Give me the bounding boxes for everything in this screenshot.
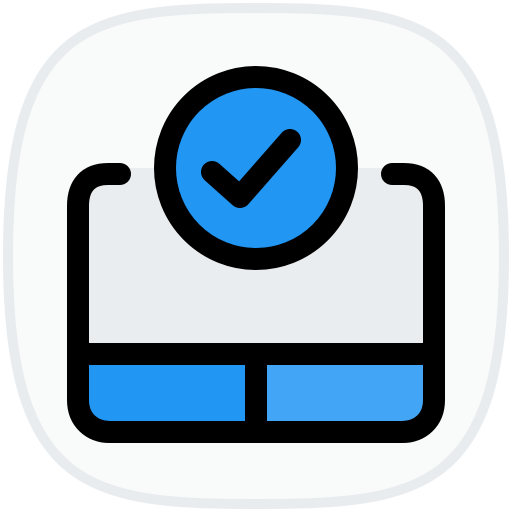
- right-click-button: [258, 354, 430, 428]
- touchpad-check-icon: [2, 2, 510, 510]
- touchpad-check-app-icon: [0, 0, 512, 512]
- left-click-button: [80, 354, 254, 428]
